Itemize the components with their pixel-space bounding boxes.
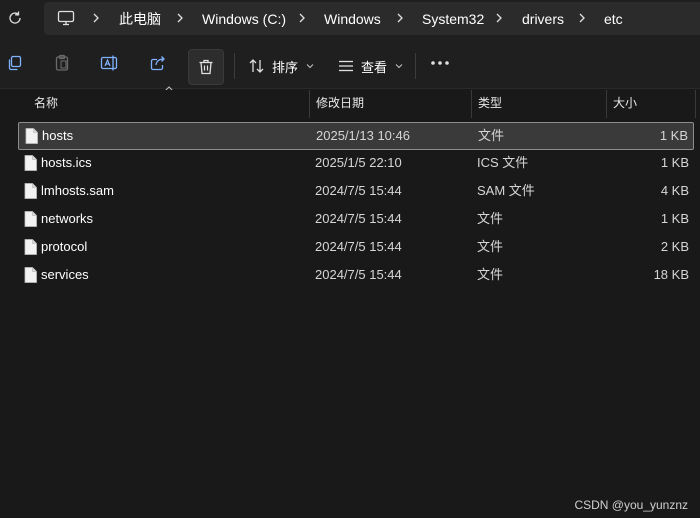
file-icon (24, 239, 37, 255)
file-list: hosts 2025/1/13 10:46 文件 1 KB hosts.ics … (18, 122, 694, 290)
chevron-right-icon[interactable] (296, 11, 308, 25)
file-name: services (41, 267, 89, 282)
refresh-icon (9, 11, 21, 24)
file-date: 2024/7/5 15:44 (315, 239, 402, 254)
file-row-lmhosts-sam[interactable]: lmhosts.sam 2024/7/5 15:44 SAM 文件 4 KB (18, 178, 694, 206)
more-options-button[interactable] (426, 49, 454, 77)
copy-button[interactable] (1, 49, 29, 77)
sort-button[interactable]: 排序 (248, 53, 314, 79)
file-icon (24, 183, 37, 199)
file-row-hosts[interactable]: hosts 2025/1/13 10:46 文件 1 KB (18, 122, 694, 150)
column-header-date[interactable]: 修改日期 (310, 90, 470, 118)
column-header-type[interactable]: 类型 (472, 90, 606, 118)
file-icon (24, 211, 37, 227)
file-size: 2 KB (660, 239, 689, 254)
file-size: 18 KB (653, 267, 689, 282)
file-type: ICS 文件 (477, 155, 529, 170)
this-pc-icon[interactable] (57, 10, 75, 26)
file-name: networks (41, 211, 94, 226)
share-button[interactable] (144, 49, 172, 77)
toolbar-divider (415, 53, 416, 79)
file-name: lmhosts.sam (41, 183, 114, 198)
file-size: 4 KB (660, 183, 689, 198)
clipboard-icon (55, 54, 69, 71)
rename-icon (100, 55, 118, 71)
file-type: SAM 文件 (477, 183, 535, 198)
column-resize-handle[interactable] (695, 90, 696, 118)
file-row-networks[interactable]: networks 2024/7/5 15:44 文件 1 KB (18, 206, 694, 234)
toolbar-divider (234, 53, 235, 79)
file-date: 2024/7/5 15:44 (315, 211, 402, 226)
breadcrumb-this-pc[interactable]: 此电脑 (119, 10, 161, 28)
file-name: protocol (41, 239, 88, 254)
delete-button[interactable] (188, 49, 224, 85)
view-label: 查看 (361, 59, 388, 75)
file-size: 1 KB (659, 128, 688, 143)
file-row-hosts-ics[interactable]: hosts.ics 2025/1/5 22:10 ICS 文件 1 KB (18, 150, 694, 178)
file-icon (24, 155, 37, 171)
file-date: 2024/7/5 15:44 (315, 183, 402, 198)
breadcrumb-system32[interactable]: System32 (422, 10, 484, 28)
share-icon (150, 56, 165, 71)
sort-label: 排序 (272, 59, 299, 75)
trash-icon (199, 59, 213, 75)
file-size: 1 KB (660, 155, 689, 170)
column-header-row: 名称 修改日期 类型 大小 (0, 90, 700, 118)
column-header-name[interactable]: 名称 (28, 90, 308, 118)
view-button[interactable]: 查看 (337, 53, 403, 79)
file-date: 2025/1/5 22:10 (315, 155, 402, 170)
refresh-button[interactable] (5, 8, 25, 28)
rename-button[interactable] (96, 49, 124, 77)
file-row-services[interactable]: services 2024/7/5 15:44 文件 18 KB (18, 262, 694, 290)
file-type: 文件 (477, 267, 504, 282)
chevron-right-icon[interactable] (90, 11, 102, 25)
breadcrumb-etc[interactable]: etc (604, 10, 623, 28)
chevron-right-icon[interactable] (576, 11, 588, 25)
breadcrumb-drivers[interactable]: drivers (522, 10, 564, 28)
file-type: 文件 (477, 239, 504, 254)
file-row-protocol[interactable]: protocol 2024/7/5 15:44 文件 2 KB (18, 234, 694, 262)
paste-button[interactable] (48, 49, 76, 77)
file-icon (24, 267, 37, 283)
column-header-size[interactable]: 大小 (607, 90, 695, 118)
file-date: 2024/7/5 15:44 (315, 267, 402, 282)
more-icon (431, 61, 449, 65)
watermark-text: CSDN @you_yunznz (574, 498, 688, 512)
view-list-icon (339, 60, 353, 72)
sort-icon (249, 59, 264, 73)
file-type: 文件 (478, 128, 505, 143)
file-size: 1 KB (660, 211, 689, 226)
file-icon (25, 128, 38, 144)
file-date: 2025/1/13 10:46 (316, 128, 410, 143)
chevron-right-icon[interactable] (493, 11, 505, 25)
copy-icon (8, 55, 22, 71)
chevron-right-icon[interactable] (394, 11, 406, 25)
chevron-down-icon (395, 64, 403, 69)
breadcrumb-windows-c[interactable]: Windows (C:) (202, 10, 286, 28)
chevron-right-icon[interactable] (174, 11, 186, 25)
breadcrumb-windows[interactable]: Windows (324, 10, 381, 28)
address-bar-row: 此电脑 Windows (C:) Windows System32 driver… (0, 0, 700, 37)
address-box[interactable]: 此电脑 Windows (C:) Windows System32 driver… (44, 2, 700, 35)
file-name: hosts (42, 128, 74, 143)
file-name: hosts.ics (41, 155, 92, 170)
file-type: 文件 (477, 211, 504, 226)
chevron-down-icon (306, 64, 314, 69)
command-bar: 排序 查看 (0, 37, 700, 89)
